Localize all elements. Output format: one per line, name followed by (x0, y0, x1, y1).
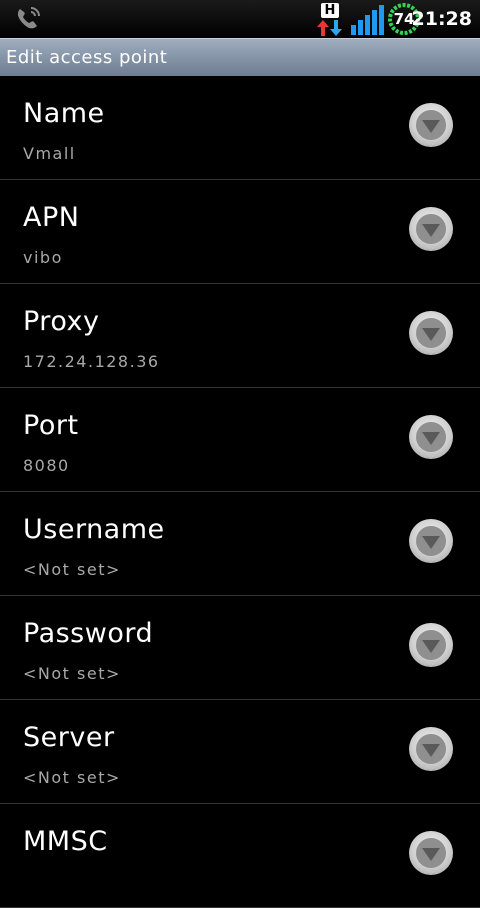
signal-strength-icon (351, 5, 384, 35)
field-label: Proxy (23, 306, 100, 337)
chevron-down-icon (416, 630, 446, 660)
field-label: Username (23, 514, 165, 545)
field-value: <Not set> (23, 768, 121, 787)
field-value: Vmall (23, 144, 76, 163)
list-item-apn[interactable]: APN vibo (0, 180, 480, 284)
field-label: APN (23, 202, 80, 233)
status-bar: H 74 21:28 (0, 0, 480, 38)
field-label: Name (23, 98, 105, 129)
expand-button[interactable] (409, 831, 453, 875)
chevron-down-icon (416, 422, 446, 452)
list-item-mmsc[interactable]: MMSC (0, 804, 480, 908)
chevron-down-icon (416, 110, 446, 140)
network-activity-icon: H (316, 2, 344, 36)
chevron-down-icon (416, 838, 446, 868)
field-value: 172.24.128.36 (23, 352, 160, 371)
chevron-down-icon (416, 214, 446, 244)
list-item-port[interactable]: Port 8080 (0, 388, 480, 492)
title-bar: Edit access point (0, 38, 480, 76)
expand-button[interactable] (409, 519, 453, 563)
page-title: Edit access point (6, 47, 168, 68)
list-item-username[interactable]: Username <Not set> (0, 492, 480, 596)
network-type-label: H (321, 3, 339, 18)
expand-button[interactable] (409, 415, 453, 459)
chevron-down-icon (416, 734, 446, 764)
field-label: MMSC (23, 826, 108, 857)
chevron-down-icon (416, 318, 446, 348)
field-value: <Not set> (23, 664, 121, 683)
expand-button[interactable] (409, 207, 453, 251)
list-item-server[interactable]: Server <Not set> (0, 700, 480, 804)
expand-button[interactable] (409, 103, 453, 147)
list-item-password[interactable]: Password <Not set> (0, 596, 480, 700)
clock: 21:28 (411, 8, 472, 30)
expand-button[interactable] (409, 727, 453, 771)
list-item-name[interactable]: Name Vmall (0, 76, 480, 180)
field-value: 8080 (23, 456, 70, 475)
chevron-down-icon (416, 526, 446, 556)
phone-icon (17, 7, 40, 29)
field-value: vibo (23, 248, 63, 267)
field-value: <Not set> (23, 560, 121, 579)
expand-button[interactable] (409, 623, 453, 667)
apn-field-list: Name Vmall APN vibo Proxy 172.24.128.36 (0, 76, 480, 908)
field-label: Server (23, 722, 115, 753)
expand-button[interactable] (409, 311, 453, 355)
field-label: Port (23, 410, 79, 441)
list-item-proxy[interactable]: Proxy 172.24.128.36 (0, 284, 480, 388)
field-label: Password (23, 618, 154, 649)
